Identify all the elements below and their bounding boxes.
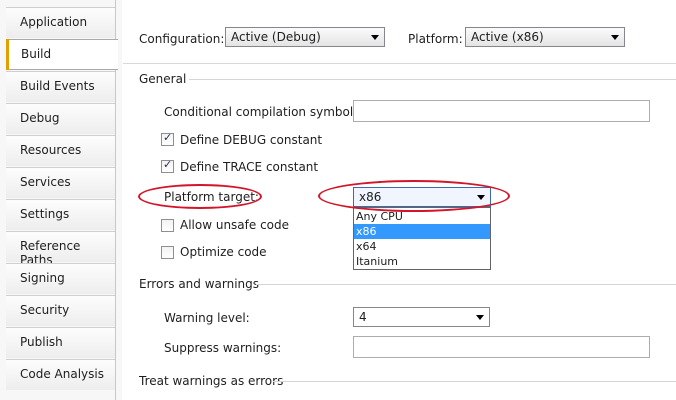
project-tabs: Application Build Build Events Debug Res… bbox=[0, 0, 122, 400]
tab-label: Resources bbox=[20, 143, 82, 157]
optimize-code-label: Optimize code bbox=[180, 245, 267, 259]
conditional-symbols-input[interactable] bbox=[353, 100, 650, 122]
section-title-treat-warnings-as-errors: Treat warnings as errors bbox=[139, 374, 284, 388]
option-x86[interactable]: x86 bbox=[354, 224, 490, 239]
tab-signing[interactable]: Signing bbox=[6, 263, 115, 294]
section-divider bbox=[256, 284, 676, 285]
tab-label: Application bbox=[20, 15, 88, 29]
tab-build-events[interactable]: Build Events bbox=[6, 71, 115, 102]
tab-reference-paths[interactable]: Reference Paths bbox=[6, 231, 115, 267]
tab-resources[interactable]: Resources bbox=[6, 135, 115, 166]
warning-level-dropdown[interactable]: 4 bbox=[353, 307, 490, 327]
section-title-errors-and-warnings: Errors and warnings bbox=[139, 277, 260, 291]
option-itanium[interactable]: Itanium bbox=[354, 254, 490, 269]
option-x64[interactable]: x64 bbox=[354, 239, 490, 254]
tab-publish[interactable]: Publish bbox=[6, 327, 115, 358]
optimize-code-checkbox[interactable] bbox=[161, 246, 174, 259]
tab-build[interactable]: Build bbox=[6, 39, 118, 70]
define-debug-label: Define DEBUG constant bbox=[180, 133, 323, 147]
allow-unsafe-label: Allow unsafe code bbox=[180, 218, 290, 232]
tab-code-analysis[interactable]: Code Analysis bbox=[6, 359, 115, 390]
suppress-warnings-label: Suppress warnings: bbox=[164, 341, 282, 355]
tab-debug[interactable]: Debug bbox=[6, 103, 115, 134]
section-divider bbox=[189, 79, 676, 80]
section-divider bbox=[273, 381, 676, 382]
option-any-cpu[interactable]: Any CPU bbox=[354, 209, 490, 224]
define-trace-checkbox[interactable]: ✓ bbox=[161, 158, 174, 173]
tab-label: Security bbox=[20, 303, 70, 317]
chevron-down-icon bbox=[371, 35, 379, 40]
tab-security[interactable]: Security bbox=[6, 295, 115, 326]
tab-label: Services bbox=[20, 175, 71, 189]
configuration-value: Active (Debug) bbox=[231, 30, 321, 44]
suppress-warnings-input[interactable] bbox=[353, 336, 650, 358]
check-icon: ✓ bbox=[163, 158, 173, 171]
tab-label: Publish bbox=[20, 335, 63, 349]
warning-level-value: 4 bbox=[359, 310, 367, 324]
section-title-general: General bbox=[139, 72, 187, 86]
warning-level-label: Warning level: bbox=[164, 311, 250, 325]
tab-label: Code Analysis bbox=[20, 367, 104, 381]
platform-target-dropdown[interactable]: x86 bbox=[353, 187, 491, 207]
chevron-down-icon bbox=[476, 315, 484, 320]
platform-target-value: x86 bbox=[359, 190, 382, 204]
define-debug-checkbox[interactable]: ✓ bbox=[161, 131, 174, 146]
tab-label: Debug bbox=[20, 111, 60, 125]
tab-label: Signing bbox=[20, 271, 65, 285]
tab-label: Build Events bbox=[20, 79, 95, 93]
chevron-down-icon bbox=[477, 195, 485, 200]
define-trace-label: Define TRACE constant bbox=[180, 160, 319, 174]
allow-unsafe-checkbox[interactable] bbox=[161, 219, 174, 232]
platform-dropdown[interactable]: Active (x86) bbox=[465, 27, 625, 47]
config-separator bbox=[123, 63, 676, 64]
platform-value: Active (x86) bbox=[471, 30, 544, 44]
tab-label: Build bbox=[21, 47, 52, 61]
tab-services[interactable]: Services bbox=[6, 167, 115, 198]
check-icon: ✓ bbox=[163, 131, 173, 144]
tab-settings[interactable]: Settings bbox=[6, 199, 115, 230]
tab-label: Settings bbox=[20, 207, 70, 221]
configuration-label: Configuration: bbox=[139, 32, 225, 46]
chevron-down-icon bbox=[611, 35, 619, 40]
conditional-symbols-label: Conditional compilation symbols: bbox=[164, 105, 364, 119]
platform-target-label: Platform target: bbox=[164, 190, 259, 204]
configuration-dropdown[interactable]: Active (Debug) bbox=[225, 27, 385, 47]
platform-target-options-list: Any CPU x86 x64 Itanium bbox=[353, 207, 491, 270]
tab-application[interactable]: Application bbox=[6, 7, 115, 38]
platform-label: Platform: bbox=[408, 32, 463, 46]
